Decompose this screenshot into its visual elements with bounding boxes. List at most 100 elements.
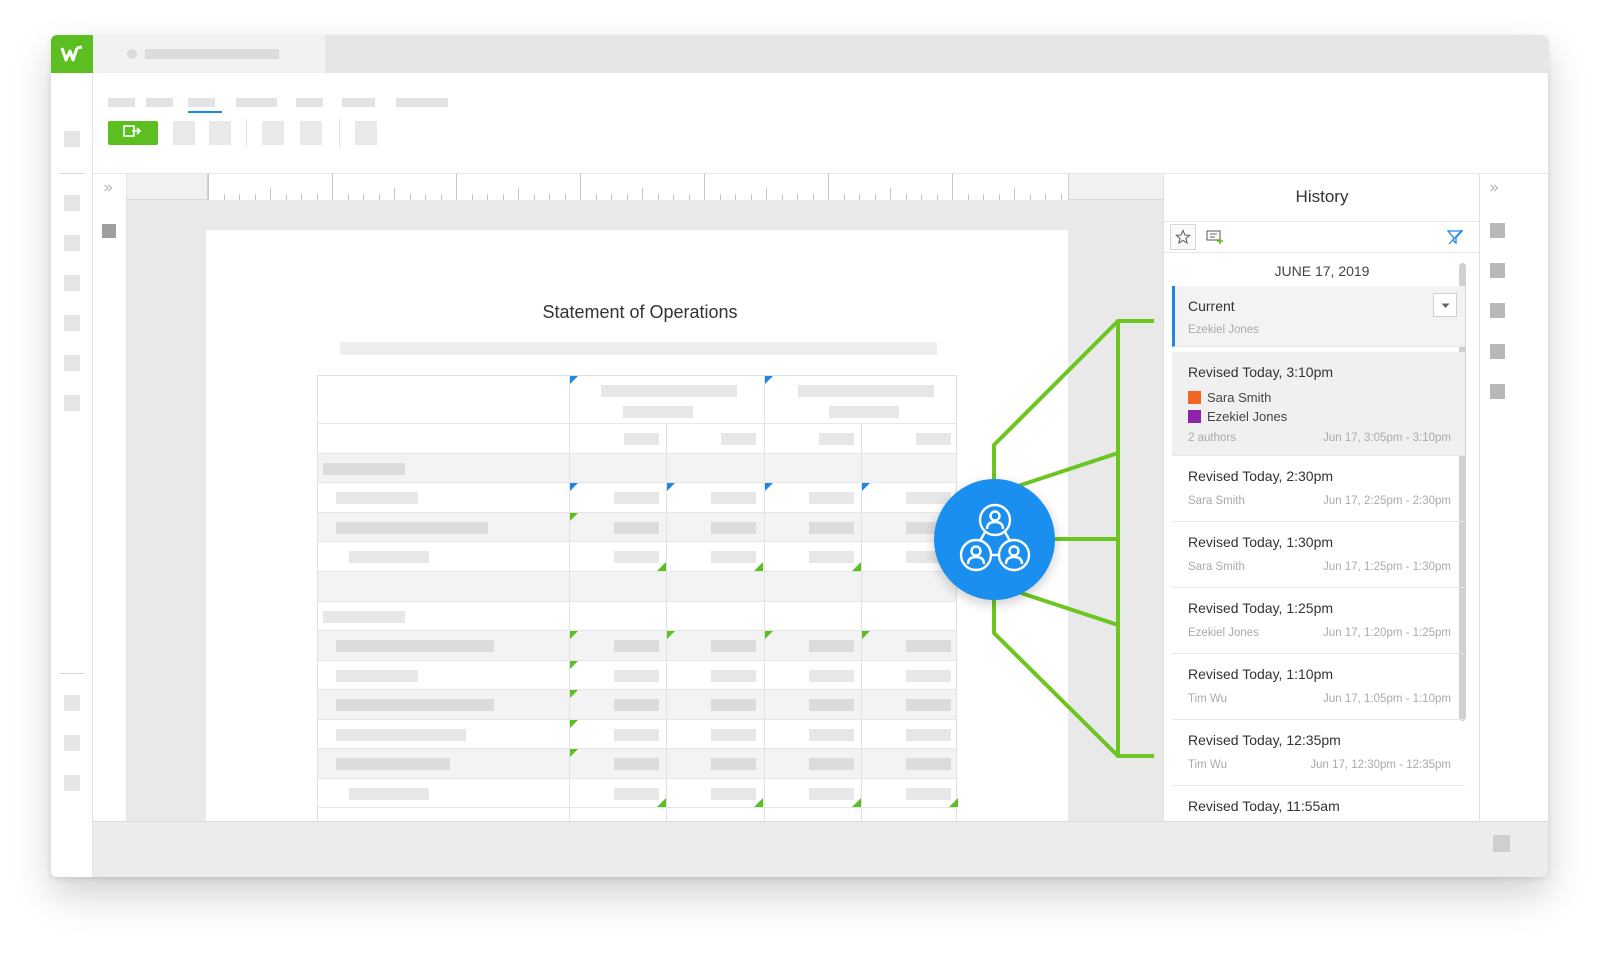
menu-item[interactable] (146, 98, 173, 107)
rail-button[interactable] (1490, 303, 1505, 318)
rail-button[interactable] (1490, 344, 1505, 359)
ruler-tick (595, 194, 597, 200)
history-revision-item[interactable]: Revised Today, 1:25pm Ezekiel Jones Jun … (1172, 588, 1465, 654)
value-cell-placeholder (614, 669, 659, 682)
value-cell-placeholder (809, 640, 854, 652)
rail-button[interactable] (64, 275, 80, 291)
gutter-button[interactable] (102, 224, 116, 238)
revision-author-name: Sara Smith (1207, 390, 1272, 405)
ruler-tick (998, 194, 1000, 200)
source-cell-marker (852, 562, 861, 571)
tab-title-placeholder (145, 49, 279, 59)
ruler-tick (440, 194, 442, 200)
document-subtitle-placeholder (340, 342, 937, 355)
history-toolbar (1164, 221, 1479, 253)
history-revision-item[interactable]: Revised Today, 3:10pm Sara Smith Ezekiel… (1172, 352, 1465, 456)
star-icon[interactable] (1170, 224, 1196, 250)
rail-button[interactable] (64, 235, 80, 251)
column-divider (861, 424, 862, 836)
ruler-tick (673, 194, 674, 200)
source-cell-marker (949, 798, 958, 807)
row-label-placeholder (323, 462, 405, 475)
ruler-tick (502, 194, 504, 200)
value-cell-placeholder (809, 492, 854, 504)
ruler-tick (425, 194, 426, 200)
ruler-tick (905, 194, 907, 200)
value-cell-placeholder (906, 728, 951, 741)
tool-button[interactable] (300, 121, 322, 145)
ruler-tick (812, 194, 814, 200)
tool-button[interactable] (262, 121, 284, 145)
revision-title: Revised Today, 2:30pm (1188, 468, 1334, 484)
menu-item[interactable] (108, 98, 135, 107)
tool-button[interactable] (173, 121, 195, 145)
row-label-placeholder (336, 521, 488, 534)
export-button[interactable] (108, 121, 158, 145)
rail-button[interactable] (1490, 223, 1505, 238)
financial-table[interactable] (317, 375, 958, 836)
current-author: Ezekiel Jones (1188, 324, 1259, 336)
tool-button[interactable] (355, 121, 377, 145)
rail-button[interactable] (1490, 263, 1505, 278)
expand-chevron-icon[interactable]: » (1489, 178, 1499, 198)
expand-chevron-icon[interactable]: » (103, 178, 113, 198)
rail-button[interactable] (64, 131, 80, 147)
history-revision-item[interactable]: Revised Today, 1:30pm Sara Smith Jun 17,… (1172, 522, 1465, 588)
revision-author: Sara Smith (1188, 495, 1245, 507)
tab-status-dot (127, 49, 137, 59)
rail-button[interactable] (64, 775, 80, 791)
history-revision-item[interactable]: Revised Today, 12:35pm Tim Wu Jun 17, 12… (1172, 720, 1465, 786)
rail-button[interactable] (64, 695, 80, 711)
filter-icon[interactable] (1442, 224, 1468, 250)
chevron-down-icon (1441, 296, 1450, 314)
value-cell-placeholder (809, 551, 854, 563)
value-cell-placeholder (614, 699, 659, 711)
rail-button[interactable] (64, 195, 80, 211)
column-header-placeholder (624, 433, 659, 445)
history-revision-item[interactable]: Revised Today, 1:10pm Tim Wu Jun 17, 1:0… (1172, 654, 1465, 720)
row-label-placeholder (336, 640, 494, 652)
rail-button[interactable] (64, 315, 80, 331)
menu-item[interactable] (296, 98, 323, 107)
workiva-logo-icon[interactable] (51, 35, 93, 73)
ruler-tick (921, 194, 922, 200)
tool-button[interactable] (209, 121, 231, 145)
document-tab[interactable] (93, 35, 325, 73)
menu-item[interactable] (396, 98, 448, 107)
table-row[interactable] (318, 376, 956, 424)
revision-title: Revised Today, 12:35pm (1188, 732, 1341, 748)
current-dropdown-button[interactable] (1433, 293, 1457, 317)
value-cell-placeholder (711, 640, 756, 652)
history-current-item[interactable]: Current Ezekiel Jones (1172, 286, 1465, 347)
column-divider (764, 376, 765, 836)
value-cell-placeholder (906, 669, 951, 682)
ruler-tick (688, 194, 690, 200)
menu-item[interactable] (342, 98, 375, 107)
value-cell-placeholder (614, 492, 659, 504)
revision-title: Revised Today, 1:30pm (1188, 534, 1334, 550)
source-cell-marker (569, 631, 578, 640)
ruler-tick (828, 174, 829, 200)
add-comment-icon[interactable] (1202, 224, 1228, 250)
value-cell-placeholder (614, 758, 659, 770)
history-revision-item[interactable]: Revised Today, 11:55am (1172, 786, 1465, 821)
menu-item[interactable] (236, 98, 277, 107)
revision-time-range: Jun 17, 2:25pm - 2:30pm (1323, 495, 1451, 507)
value-cell-placeholder (614, 551, 659, 563)
revision-time-range: Jun 17, 1:25pm - 1:30pm (1323, 561, 1451, 573)
toolbar (93, 73, 1548, 174)
rail-button[interactable] (64, 735, 80, 751)
menu-item-active[interactable] (188, 98, 215, 107)
rail-button[interactable] (64, 395, 80, 411)
history-revision-item[interactable]: Revised Today, 2:30pm Sara Smith Jun 17,… (1172, 456, 1465, 522)
revision-author-row: Sara Smith (1188, 390, 1271, 405)
status-bar-button[interactable] (1493, 835, 1510, 852)
ruler-tick (843, 194, 845, 200)
value-cell-placeholder (906, 492, 951, 504)
ruler-tick (704, 174, 705, 200)
rail-button[interactable] (64, 355, 80, 371)
source-cell-marker (657, 562, 666, 571)
ruler-tick (239, 194, 240, 200)
rail-button[interactable] (1490, 384, 1505, 399)
header-cell-placeholder (623, 406, 693, 418)
